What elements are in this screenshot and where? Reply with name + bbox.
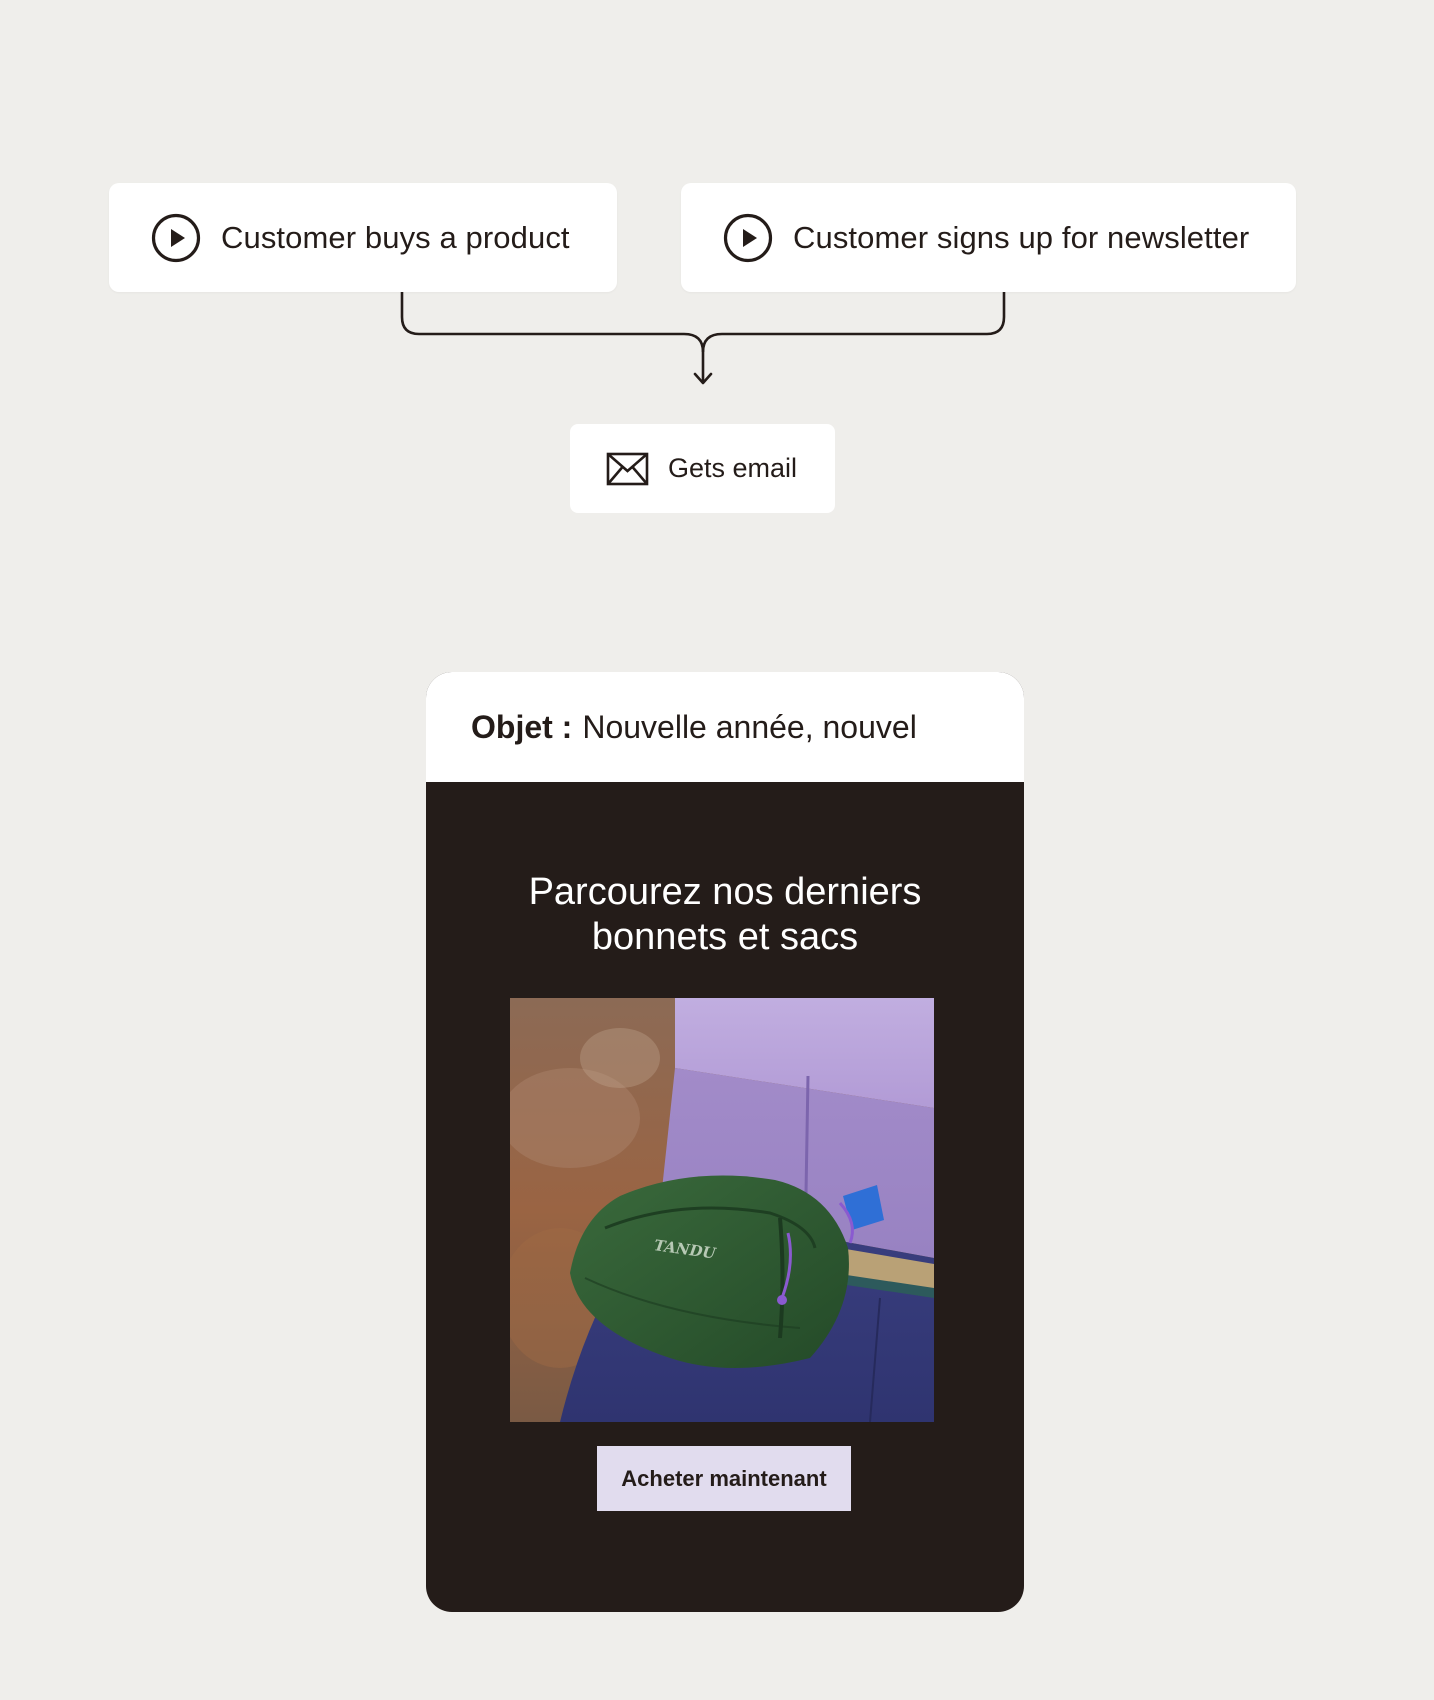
headline-line: bonnets et sacs <box>591 916 859 958</box>
envelope-icon <box>606 452 649 485</box>
email-preview: Objet : Nouvelle année, nouvel Parcourez… <box>426 672 1024 1612</box>
trigger-customer-signs-up-newsletter[interactable]: Customer signs up for newsletter <box>681 183 1296 292</box>
trigger-customer-buys-product[interactable]: Customer buys a product <box>109 183 617 292</box>
email-body: Parcourez nos derniers bonnets et sacs T… <box>426 782 1024 1612</box>
buy-now-button[interactable]: Acheter maintenant <box>597 1446 851 1511</box>
play-circle-icon <box>723 213 773 262</box>
arrow-down-icon <box>693 372 713 385</box>
trigger-label: Customer signs up for newsletter <box>793 220 1250 255</box>
action-label: Gets email <box>668 453 798 483</box>
product-image: TANDU <box>510 998 934 1422</box>
trigger-label: Customer buys a product <box>221 220 570 255</box>
play-circle-icon <box>151 213 201 262</box>
email-subject-bar: Objet : Nouvelle année, nouvel <box>426 672 1024 782</box>
email-headline: Parcourez nos derniers bonnets et sacs <box>426 870 1024 960</box>
subject-prefix: Objet : <box>471 708 573 745</box>
action-gets-email[interactable]: Gets email <box>570 424 835 513</box>
subject-text: Nouvelle année, nouvel <box>582 708 917 745</box>
headline-line: Parcourez nos derniers <box>528 871 922 913</box>
